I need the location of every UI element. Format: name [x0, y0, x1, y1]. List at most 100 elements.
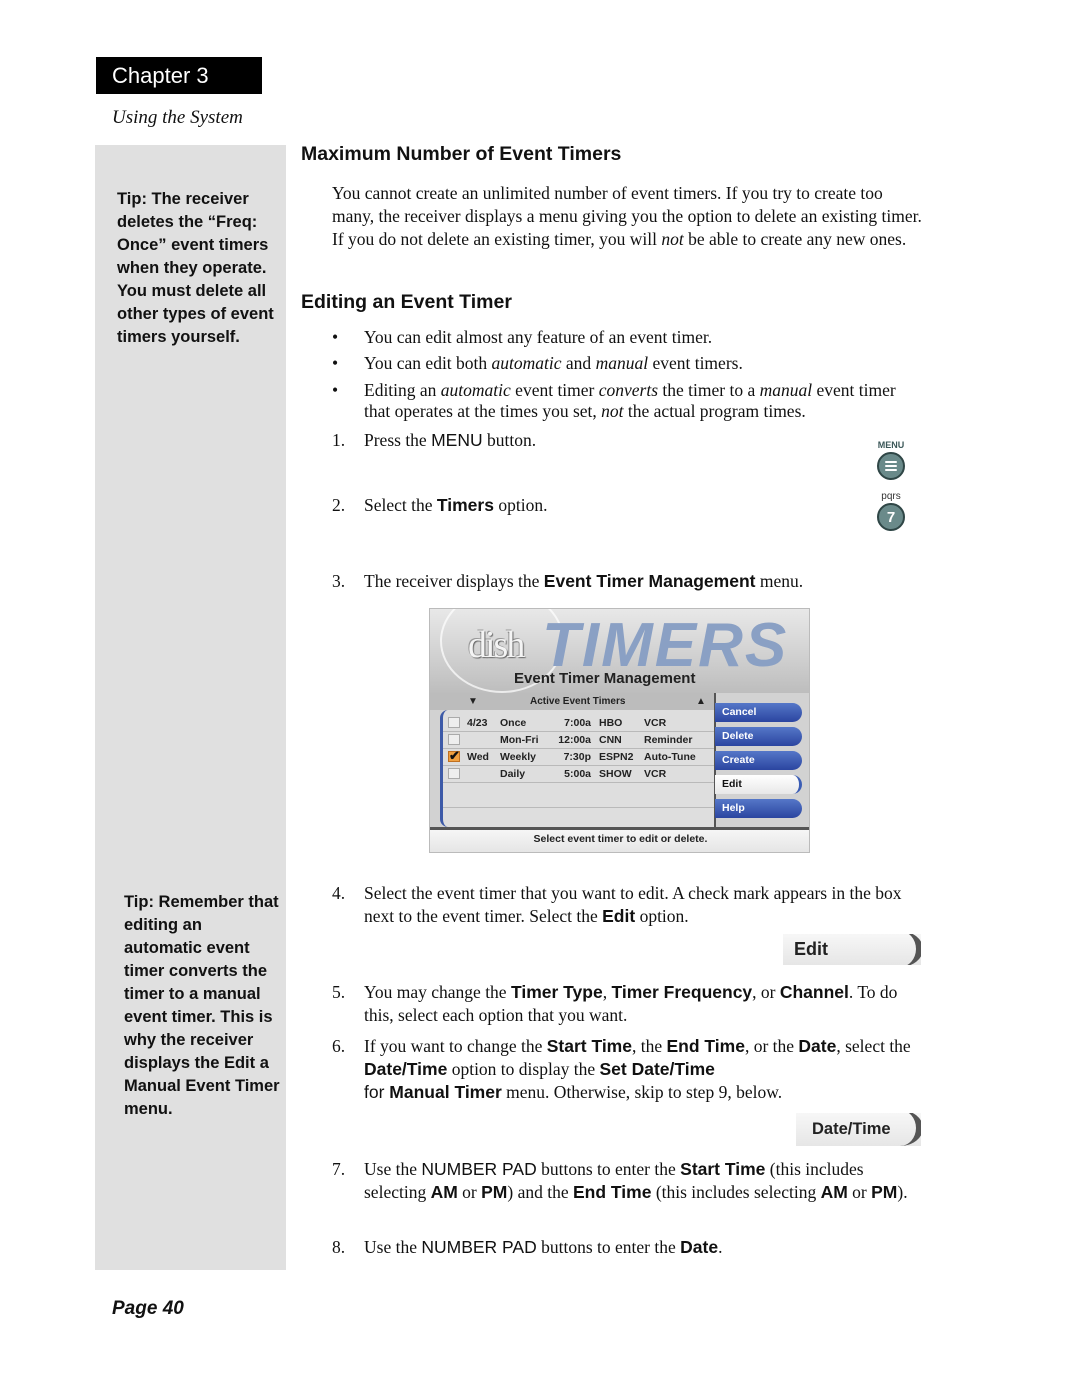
- text: menu. Otherwise, skip to step 9, below.: [501, 1082, 783, 1102]
- timer-channel: HBO: [599, 717, 623, 729]
- bullet-icon: •: [332, 380, 339, 400]
- text: buttons to enter the: [536, 1159, 681, 1179]
- bullet-text: Editing an automatic event timer convert…: [364, 380, 922, 422]
- step-number: 4.: [332, 883, 346, 903]
- timer-date: 4/23: [467, 717, 488, 729]
- scroll-up-icon[interactable]: ▲: [696, 693, 706, 710]
- field-name: AM: [430, 1182, 458, 1202]
- timers-banner-text: TIMERS: [542, 611, 789, 680]
- menu-label: MENU: [877, 440, 905, 450]
- key-label: NUMBER PAD: [421, 1159, 537, 1179]
- text: buttons to enter the: [536, 1237, 681, 1257]
- text: be able to create any new ones.: [683, 229, 907, 249]
- tv-edit-button[interactable]: Edit: [715, 775, 802, 794]
- timer-list: 4/23 Once 7:00a HBO VCR Mon-Fri 12:00a C…: [440, 710, 714, 827]
- section-name: Using the System: [112, 107, 243, 128]
- edit-label: Edit: [794, 939, 828, 959]
- field-name: Date: [680, 1237, 719, 1257]
- text: button.: [482, 430, 537, 450]
- timer-row[interactable]: 4/23 Once 7:00a HBO VCR: [443, 715, 714, 732]
- text: the timer to a: [658, 380, 760, 400]
- text: menu.: [755, 571, 804, 591]
- tv-delete-button[interactable]: Delete: [715, 727, 802, 746]
- list-header: ▼ Active Event Timers ▲: [430, 693, 714, 710]
- paragraph-max-timers: You cannot create an unlimited number of…: [332, 182, 922, 251]
- text: option to display the: [447, 1059, 600, 1079]
- timer-action: VCR: [644, 768, 667, 780]
- menu-name: Event Timer Management: [543, 571, 756, 591]
- emphasis: not: [661, 229, 684, 249]
- emphasis: automatic: [491, 353, 562, 373]
- timer-action: Reminder: [644, 734, 693, 746]
- digit-7-icon: 7: [877, 503, 905, 531]
- field-name: End Time: [572, 1182, 652, 1202]
- step-text: Select the event timer that you want to …: [364, 882, 924, 928]
- timer-time: 7:30p: [563, 751, 591, 763]
- checkbox[interactable]: [448, 768, 460, 779]
- dish-logo: dish: [468, 624, 525, 666]
- option-name: Start Time: [546, 1036, 632, 1056]
- step-number: 8.: [332, 1237, 346, 1257]
- text: (this includes selecting: [651, 1182, 821, 1202]
- checkbox-checked[interactable]: [448, 748, 460, 764]
- text: event timers.: [648, 353, 743, 373]
- timer-row-selected[interactable]: Wed Weekly 7:30p ESPN2 Auto-Tune: [443, 748, 714, 766]
- step-number: 7.: [332, 1159, 346, 1179]
- tv-menu-title: Event Timer Management: [514, 670, 696, 687]
- field-name: PM: [871, 1182, 898, 1202]
- timer-channel: ESPN2: [599, 751, 634, 763]
- checkbox[interactable]: [448, 734, 460, 745]
- timer-time: 12:00a: [558, 734, 591, 746]
- text: , the: [631, 1036, 667, 1056]
- text: for: [364, 1082, 390, 1102]
- step-text: You may change the Timer Type, Timer Fre…: [364, 981, 924, 1027]
- bullet-icon: •: [332, 327, 339, 347]
- text: ).: [897, 1182, 908, 1202]
- tv-create-button[interactable]: Create: [715, 751, 802, 770]
- checkbox[interactable]: [448, 717, 460, 728]
- text: Editing an: [364, 380, 441, 400]
- option-name: Date/Time: [364, 1059, 448, 1079]
- option-name: Timer Frequency: [611, 982, 753, 1002]
- option-name: Timer Type: [510, 982, 603, 1002]
- text: event timer: [510, 380, 599, 400]
- text: and: [561, 353, 596, 373]
- timer-date: Wed: [467, 751, 489, 763]
- menu-lines-icon: [877, 452, 905, 480]
- emphasis: manual: [595, 353, 649, 373]
- datetime-option-button: Date/Time: [796, 1113, 921, 1146]
- list-header-title: Active Event Timers: [530, 696, 626, 707]
- option-name: End Time: [666, 1036, 745, 1056]
- tv-help-button[interactable]: Help: [715, 799, 802, 818]
- heading-editing-timer: Editing an Event Timer: [301, 291, 512, 313]
- tv-cancel-button[interactable]: Cancel: [715, 703, 802, 722]
- field-name: Start Time: [680, 1159, 766, 1179]
- key-label: MENU: [431, 430, 483, 450]
- field-name: AM: [820, 1182, 848, 1202]
- emphasis: converts: [598, 380, 659, 400]
- timer-row[interactable]: Daily 5:00a SHOW VCR: [443, 766, 714, 783]
- text: You may change the: [364, 982, 511, 1002]
- remote-7-button: pqrs 7: [871, 491, 911, 531]
- option-name: Timers: [436, 495, 494, 515]
- field-name: PM: [481, 1182, 508, 1202]
- timer-frequency: Daily: [500, 768, 526, 780]
- text: , or the: [744, 1036, 799, 1056]
- chapter-label: Chapter 3: [96, 57, 262, 94]
- timer-channel: SHOW: [599, 768, 632, 780]
- bullet-text: You can edit almost any feature of an ev…: [364, 327, 713, 347]
- tip-remember-edit: Tip: Remember that editing an automatic …: [124, 893, 280, 1118]
- timer-time: 7:00a: [564, 717, 591, 729]
- text: .: [718, 1237, 723, 1257]
- timer-row[interactable]: Mon-Fri 12:00a CNN Reminder: [443, 732, 714, 749]
- text: Press the: [364, 430, 432, 450]
- swoosh-icon: [877, 934, 921, 965]
- scroll-down-icon[interactable]: ▼: [468, 693, 478, 710]
- tv-banner: dish TIMERS Event Timer Management: [430, 609, 809, 693]
- step-text: The receiver displays the Event Timer Ma…: [364, 570, 924, 593]
- pqrs-label: pqrs: [881, 491, 901, 502]
- text: The receiver displays the: [364, 571, 544, 591]
- remote-menu-button: MENU: [871, 440, 911, 480]
- emphasis: manual: [759, 380, 813, 400]
- step-number: 3.: [332, 571, 346, 591]
